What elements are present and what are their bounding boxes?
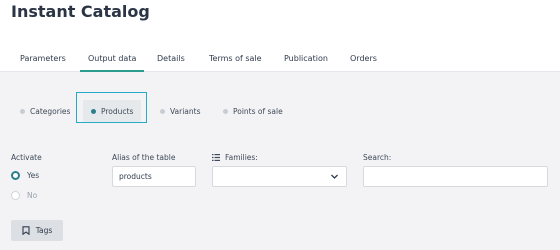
tab-terms-of-sale[interactable]: Terms of sale [209,47,262,72]
subtab-variants[interactable]: Variants [160,100,201,122]
radio-checked-icon [11,171,20,180]
radio-label: No [27,191,38,200]
tab-parameters[interactable]: Parameters [20,47,66,72]
subtab-label: Variants [170,106,201,116]
radio-yes[interactable]: Yes [11,171,39,180]
radio-no[interactable]: No [11,191,37,200]
list-icon [212,154,220,161]
bullet-icon [20,108,25,114]
bullet-icon [223,108,228,114]
bookmark-icon [22,226,30,235]
subtab-label: Categories [30,106,71,116]
subtab-points-of-sale[interactable]: Points of sale [223,100,283,122]
subtab-categories[interactable]: Categories [20,100,70,122]
content-area: Categories Products Variants Points of s… [0,72,560,250]
subtab-products[interactable]: Products [83,100,142,122]
tags-label: Tags [35,226,53,235]
families-label: Families: [212,153,258,162]
search-input[interactable] [363,166,548,187]
families-select[interactable] [212,166,347,187]
families-label-text: Families: [225,153,258,162]
alias-label: Alias of the table [112,153,176,162]
subtab-label: Products [101,106,134,116]
alias-input[interactable] [112,166,196,187]
page-title: Instant Catalog [11,2,150,21]
bullet-icon [91,108,96,114]
search-label: Search: [363,153,392,162]
tab-output-data[interactable]: Output data [80,47,145,72]
tab-publication[interactable]: Publication [284,47,328,72]
tab-orders[interactable]: Orders [350,47,377,72]
tags-button[interactable]: Tags [11,220,63,241]
radio-label: Yes [27,171,40,180]
subtab-label: Points of sale [233,106,283,116]
chevron-down-icon [331,174,338,179]
tab-details[interactable]: Details [157,47,185,72]
radio-unchecked-icon [11,191,20,200]
bullet-icon [160,108,165,114]
activate-label: Activate [11,153,42,162]
header: Instant Catalog Parameters Output data D… [0,0,560,72]
